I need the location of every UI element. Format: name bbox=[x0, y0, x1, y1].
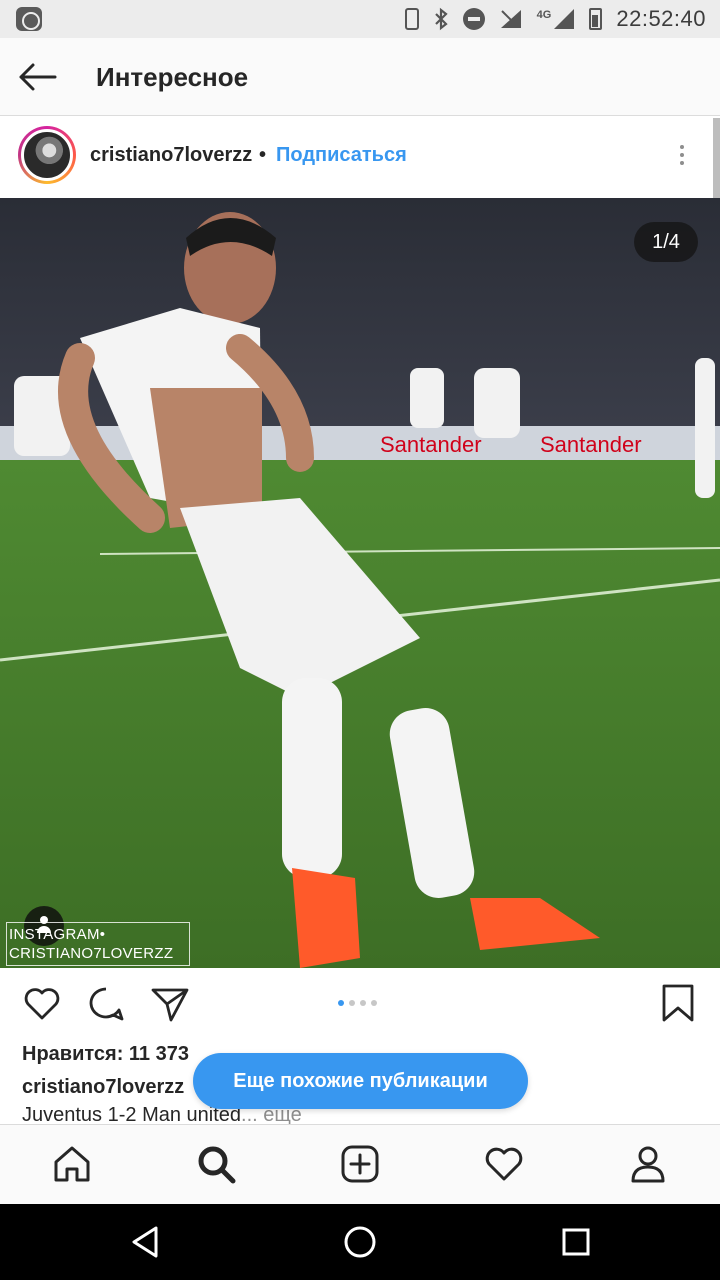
add-post-icon[interactable] bbox=[338, 1142, 382, 1186]
watermark-line-2: CRISTIANO7LOVERZZ bbox=[9, 945, 174, 962]
back-triangle-icon[interactable] bbox=[126, 1222, 166, 1262]
share-send-icon[interactable] bbox=[150, 984, 190, 1024]
like-heart-icon[interactable] bbox=[22, 984, 62, 1024]
bluetooth-icon bbox=[434, 7, 448, 31]
separator-dot: • bbox=[259, 144, 267, 166]
profile-icon[interactable] bbox=[626, 1142, 670, 1186]
carousel-counter: 1/4 bbox=[634, 222, 698, 262]
page-title: Интересное bbox=[96, 62, 249, 92]
likes-count[interactable]: Нравится: 11 373 bbox=[22, 1043, 189, 1066]
activity-heart-icon[interactable] bbox=[482, 1142, 526, 1186]
search-icon[interactable] bbox=[194, 1142, 238, 1186]
app-header: Интересное bbox=[0, 38, 720, 116]
carousel-dot-1 bbox=[338, 1000, 344, 1006]
arrow-left-icon bbox=[19, 63, 57, 91]
recents-square-icon[interactable] bbox=[556, 1222, 596, 1262]
carousel-dot-4 bbox=[371, 1000, 377, 1006]
phone-icon bbox=[404, 8, 419, 30]
post-header: cristiano7loverzz • Подписаться bbox=[0, 116, 720, 198]
post-username[interactable]: cristiano7loverzz bbox=[90, 144, 252, 167]
home-icon[interactable] bbox=[50, 1142, 94, 1186]
screen: 4G 22:52:40 Интересное cristiano7loverzz… bbox=[0, 0, 720, 1280]
caption-username[interactable]: cristiano7loverzz bbox=[22, 1076, 184, 1099]
scrollbar[interactable] bbox=[713, 118, 720, 198]
photo-image: Santander Santander bbox=[0, 198, 720, 968]
watermark-line-1: INSTAGRAM• bbox=[9, 926, 106, 943]
status-bar: 4G 22:52:40 bbox=[0, 0, 720, 38]
more-similar-posts-button[interactable]: Еще похожие публикации bbox=[193, 1053, 528, 1109]
carousel-dots bbox=[338, 1000, 377, 1006]
wifi-off-icon bbox=[500, 10, 521, 28]
status-time: 22:52:40 bbox=[616, 6, 706, 31]
signal-icon bbox=[554, 9, 575, 29]
comment-icon[interactable] bbox=[86, 984, 126, 1024]
do-not-disturb-icon bbox=[462, 8, 485, 30]
back-button[interactable] bbox=[14, 56, 60, 98]
svg-text:Santander: Santander bbox=[380, 432, 482, 457]
battery-icon bbox=[589, 8, 603, 30]
avatar-image bbox=[21, 129, 73, 181]
avatar[interactable] bbox=[18, 126, 76, 184]
more-options-icon[interactable] bbox=[672, 142, 692, 172]
svg-text:Santander: Santander bbox=[540, 432, 642, 457]
caption-text: Juventus 1-2 Man united bbox=[22, 1104, 242, 1126]
app-notification-icon bbox=[16, 7, 42, 31]
home-circle-icon[interactable] bbox=[340, 1222, 380, 1262]
network-type: 4G bbox=[536, 9, 552, 21]
carousel-dot-3 bbox=[360, 1000, 366, 1006]
post-photo[interactable]: Santander Santander bbox=[0, 198, 720, 968]
status-icons: 4G 22:52:40 bbox=[404, 0, 706, 38]
carousel-dot-2 bbox=[349, 1000, 355, 1006]
photo-watermark: INSTAGRAM• CRISTIANO7LOVERZZ bbox=[6, 922, 190, 966]
bookmark-icon[interactable] bbox=[658, 984, 698, 1024]
follow-button[interactable]: Подписаться bbox=[276, 144, 407, 167]
